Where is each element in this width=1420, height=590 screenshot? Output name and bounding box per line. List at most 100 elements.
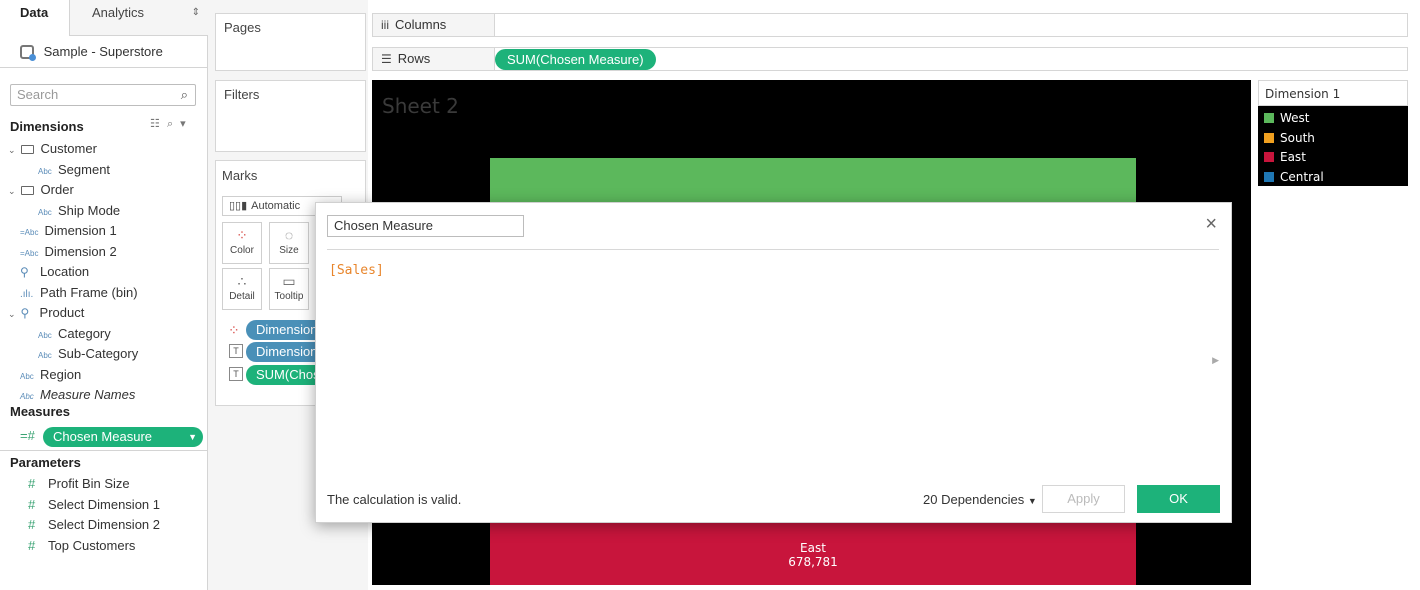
parameter-select-dimension-2[interactable]: # Select Dimension 2 — [28, 515, 160, 535]
mark-type-label: Automatic — [251, 200, 301, 212]
bar-east-label: East — [800, 541, 826, 555]
rows-pill-sum-chosen-measure[interactable]: SUM(Chosen Measure) — [495, 49, 656, 70]
expand-arrow-icon[interactable]: ▶ — [1212, 355, 1219, 366]
view-list-icon[interactable]: ☷ — [150, 118, 160, 130]
hierarchy-icon: ⚲ — [20, 306, 30, 320]
dimension-measure-names[interactable]: Abc Measure Names — [20, 385, 135, 405]
dependencies-label: 20 Dependencies — [923, 492, 1025, 507]
columns-shelf[interactable]: iii Columns — [372, 13, 1408, 37]
parameter-profit-bin-size[interactable]: # Profit Bin Size — [28, 474, 130, 494]
color-icon: ⁘ — [236, 227, 248, 243]
color-button[interactable]: ⁘ Color — [222, 222, 262, 264]
tab-analytics-label: Analytics — [92, 5, 145, 20]
calculated-string-icon: =Abc — [20, 249, 39, 258]
dimension-category[interactable]: Abc Category — [38, 324, 111, 344]
tab-analytics[interactable]: Analytics ⇕ — [70, 0, 208, 36]
columns-label: Columns — [395, 17, 447, 32]
calculation-name-input[interactable]: Chosen Measure — [327, 215, 524, 237]
number-param-icon: # — [28, 538, 36, 553]
menu-caret-icon[interactable]: ▾ — [180, 118, 186, 130]
sheet-title: Sheet 2 — [382, 94, 459, 118]
chevron-down-icon: ⌄ — [8, 186, 16, 196]
dimension-hierarchy-product[interactable]: ⌄ ⚲ Product — [8, 303, 84, 323]
size-button[interactable]: ◌ Size — [269, 222, 309, 264]
legend-label: East — [1280, 150, 1306, 164]
legend-item-central[interactable]: Central — [1264, 167, 1324, 187]
columns-label-cell: iii Columns — [373, 14, 495, 36]
field-label: Product — [39, 305, 85, 320]
data-pane: Data Analytics ⇕ Sample - Superstore Sea… — [0, 0, 208, 590]
bar-east[interactable]: East 678,781 — [490, 522, 1136, 585]
marks-pill-dimension-1-label[interactable]: Dimension 1 — [246, 342, 326, 362]
field-label: Dimension 1 — [44, 223, 117, 238]
validation-status: The calculation is valid. — [327, 492, 462, 507]
rows-icon: ☰ — [381, 52, 392, 66]
button-label: Size — [279, 245, 299, 256]
data-source-row[interactable]: Sample - Superstore — [0, 36, 208, 68]
dimension-folder-customer[interactable]: ⌄ Customer — [8, 139, 97, 159]
dimensions-tools: ☷ ⌕ ▾ — [150, 117, 190, 131]
parameters-header: Parameters — [10, 455, 81, 470]
dimension-location[interactable]: ⚲ Location — [20, 262, 89, 282]
bar-chart-icon: ▯▯▮ — [229, 200, 248, 212]
field-label: Select Dimension 2 — [48, 517, 160, 532]
bar-east-value: 678,781 — [788, 555, 838, 569]
folder-icon — [20, 145, 34, 154]
dimensions-header: Dimensions — [10, 119, 84, 134]
field-label: Measure Names — [40, 387, 136, 402]
divider — [0, 450, 208, 451]
data-source-icon — [20, 45, 36, 61]
dimension-dimension-2[interactable]: =Abc Dimension 2 — [20, 242, 117, 262]
search-icon: ⌕ — [180, 87, 188, 102]
dimension-folder-order[interactable]: ⌄ Order — [8, 180, 74, 200]
field-label: Top Customers — [48, 538, 136, 553]
measure-pill-label: Chosen Measure — [53, 429, 152, 444]
marks-pill-dimension-1-color[interactable]: Dimension 1 — [246, 320, 326, 340]
color-icon: ⁘ — [228, 322, 240, 338]
button-label: Color — [230, 245, 254, 256]
legend-item-east[interactable]: East — [1264, 147, 1306, 167]
dimension-segment[interactable]: Abc Segment — [38, 160, 110, 180]
field-label: Category — [58, 326, 111, 341]
legend-title[interactable]: Dimension 1 — [1258, 80, 1408, 106]
legend-item-west[interactable]: West — [1264, 108, 1310, 128]
hierarchy-icon: ⚲ — [20, 265, 29, 279]
measure-pill-chosen-measure[interactable]: Chosen Measure ▼ — [43, 427, 203, 447]
sort-arrows-icon[interactable]: ⇕ — [192, 0, 200, 26]
legend-item-south[interactable]: South — [1264, 128, 1315, 148]
dimension-region[interactable]: Abc Region — [20, 365, 81, 385]
folder-icon — [20, 186, 34, 195]
field-label: Segment — [58, 162, 111, 177]
field-label: Location — [40, 264, 90, 279]
pages-shelf[interactable]: Pages — [215, 13, 366, 71]
ok-button[interactable]: OK — [1137, 485, 1220, 513]
legend-label: Central — [1280, 170, 1324, 184]
dimension-dimension-1[interactable]: =Abc Dimension 1 — [20, 221, 117, 241]
calculated-string-icon: =Abc — [20, 228, 39, 237]
tab-data[interactable]: Data — [0, 0, 70, 36]
measures-header: Measures — [10, 404, 70, 419]
columns-icon: iii — [381, 18, 389, 32]
tooltip-button[interactable]: ▭ Tooltip — [269, 268, 309, 310]
field-label: Sub-Category — [58, 346, 139, 361]
marks-pill-sum-chosen-measure[interactable]: SUM(Chosen Measure) — [246, 365, 326, 385]
detail-button[interactable]: ∴ Detail — [222, 268, 262, 310]
close-icon[interactable]: × — [1205, 213, 1217, 235]
dependencies-dropdown[interactable]: 20 Dependencies ▼ — [923, 492, 1037, 507]
calculated-measure-icon: =# — [20, 428, 35, 443]
caret-down-icon[interactable]: ▼ — [188, 427, 197, 447]
legend-label: South — [1280, 131, 1315, 145]
parameter-top-customers[interactable]: # Top Customers — [28, 536, 135, 556]
dimension-path-frame-bin[interactable]: .ılı. Path Frame (bin) — [20, 283, 138, 303]
dimension-ship-mode[interactable]: Abc Ship Mode — [38, 201, 120, 221]
field-label: Region — [40, 367, 82, 382]
field-label: Customer — [40, 141, 97, 156]
field-label: Ship Mode — [58, 203, 121, 218]
parameter-select-dimension-1[interactable]: # Select Dimension 1 — [28, 495, 160, 515]
find-field-icon[interactable]: ⌕ — [167, 118, 173, 130]
filters-shelf[interactable]: Filters — [215, 80, 366, 152]
dimension-sub-category[interactable]: Abc Sub-Category — [38, 344, 138, 364]
apply-button[interactable]: Apply — [1042, 485, 1125, 513]
formula-editor[interactable]: [Sales] — [329, 263, 384, 278]
search-input[interactable]: Search ⌕ — [10, 84, 196, 106]
